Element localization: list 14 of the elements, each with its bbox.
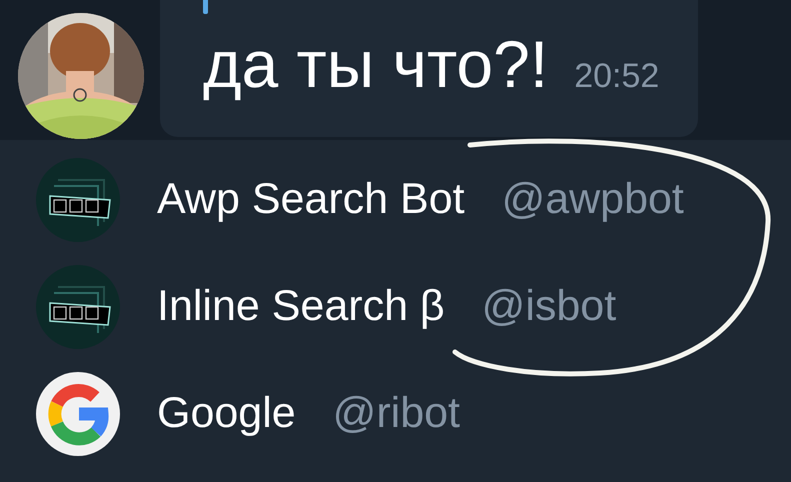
screen-icon <box>36 158 120 242</box>
message-text: да ты что?! <box>203 28 548 101</box>
g-logo-icon <box>36 372 120 456</box>
message-time: 20:52 <box>574 58 660 96</box>
bot-username: @ribot <box>332 389 460 438</box>
bot-name: Inline Search β <box>157 282 445 331</box>
bot-name: Awp Search Bot <box>157 175 465 224</box>
suggestion-row[interactable]: Awp Search Bot @awpbot <box>0 146 791 253</box>
bot-name: Google <box>157 389 296 438</box>
suggestion-row[interactable]: Google @ribot <box>0 360 791 467</box>
screen-icon <box>36 264 120 348</box>
suggestion-row[interactable]: Inline Search β @isbot <box>0 253 791 360</box>
bot-username: @isbot <box>482 282 616 331</box>
bot-username: @awpbot <box>502 175 684 224</box>
